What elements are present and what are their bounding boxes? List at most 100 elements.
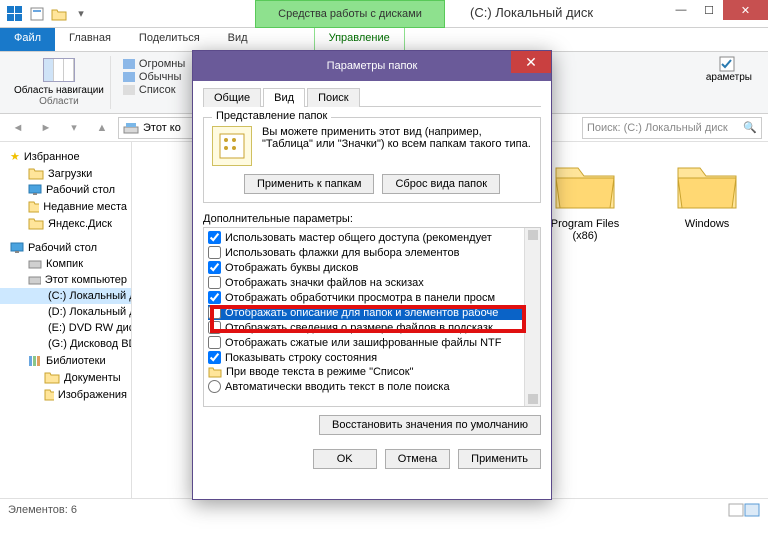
tree-desktop[interactable]: Рабочий стол <box>0 240 131 256</box>
option-label: Отображать сжатые или зашифрованные файл… <box>225 337 501 349</box>
option-checkbox[interactable] <box>208 306 221 319</box>
layout-huge[interactable]: Огромны <box>123 58 185 70</box>
dialog-titlebar[interactable]: Параметры папок ✕ <box>193 51 551 81</box>
window-title: (C:) Локальный диск <box>470 5 593 20</box>
layout-regular[interactable]: Обычны <box>123 71 185 83</box>
back-button[interactable]: ◄ <box>6 116 30 140</box>
tree-images[interactable]: Изображения <box>0 386 131 403</box>
advanced-option[interactable]: Отображать сжатые или зашифрованные файл… <box>208 335 522 350</box>
view-switcher[interactable] <box>728 503 760 517</box>
dialog-tab-view[interactable]: Вид <box>263 88 305 107</box>
folder-options-dialog: Параметры папок ✕ Общие Вид Поиск Предст… <box>192 50 552 500</box>
history-dropdown[interactable]: ▾ <box>62 116 86 140</box>
close-button[interactable]: ✕ <box>723 0 768 20</box>
advanced-option[interactable]: Показывать строку состояния <box>208 350 522 365</box>
tree-kompik[interactable]: Компик <box>0 256 131 272</box>
item-count: Элементов: 6 <box>8 504 77 516</box>
advanced-option[interactable]: Отображать сведения о размере файлов в п… <box>208 320 522 335</box>
folder-views-icon <box>212 126 252 166</box>
dialog-tab-search[interactable]: Поиск <box>307 88 359 107</box>
advanced-option[interactable]: Отображать описание для папок и элементо… <box>208 305 522 320</box>
folder-views-legend: Представление папок <box>212 110 331 122</box>
tree-drive-d[interactable]: (D:) Локальный диск <box>0 304 131 320</box>
advanced-option[interactable]: Автоматически вводить текст в поле поиск… <box>208 379 522 394</box>
qat-properties-icon[interactable] <box>28 5 46 23</box>
scrollbar[interactable] <box>524 228 540 406</box>
up-button[interactable]: ▲ <box>90 116 114 140</box>
ribbon-tabs: Файл Главная Поделиться Вид Управление <box>0 28 768 52</box>
option-checkbox[interactable] <box>208 336 221 349</box>
search-icon: 🔍 <box>743 121 757 134</box>
apply-button[interactable]: Применить <box>458 449 541 469</box>
advanced-option[interactable]: Отображать значки файлов на эскизах <box>208 275 522 290</box>
forward-button[interactable]: ► <box>34 116 58 140</box>
apply-to-folders-button[interactable]: Применить к папкам <box>244 174 375 194</box>
navigation-pane-button[interactable] <box>37 58 81 86</box>
cancel-button[interactable]: Отмена <box>385 449 450 469</box>
tree-libraries[interactable]: Библиотеки <box>0 352 131 369</box>
navigation-tree: ★Избранное Загрузки Рабочий стол Недавни… <box>0 142 132 498</box>
option-label: Отображать буквы дисков <box>225 262 358 274</box>
checkbox-icon <box>719 56 739 72</box>
advanced-option[interactable]: Использовать мастер общего доступа (реко… <box>208 230 522 245</box>
navigation-pane-label: Область навигации <box>14 86 104 96</box>
option-radio[interactable] <box>208 380 221 393</box>
option-checkbox[interactable] <box>208 351 221 364</box>
tree-drive-g[interactable]: (G:) Дисковод BD-ROM <box>0 336 131 352</box>
tree-recent[interactable]: Недавние места <box>0 198 131 215</box>
tab-view[interactable]: Вид <box>214 28 262 51</box>
tab-manage[interactable]: Управление <box>314 28 405 51</box>
tree-drive-e[interactable]: (E:) DVD RW дисковод <box>0 320 131 336</box>
option-checkbox[interactable] <box>208 246 221 259</box>
tree-documents[interactable]: Документы <box>0 369 131 386</box>
tree-favorites[interactable]: ★Избранное <box>0 148 131 165</box>
ok-button[interactable]: OK <box>313 449 377 469</box>
dialog-close-button[interactable]: ✕ <box>511 51 551 73</box>
folder-windows[interactable]: Windows <box>662 158 752 482</box>
option-checkbox[interactable] <box>208 291 221 304</box>
folder-program-files[interactable]: Program Files (x86) <box>540 158 630 482</box>
disk-tools-contextual-tab[interactable]: Средства работы с дисками <box>255 0 445 28</box>
tree-drive-c[interactable]: (C:) Локальный диск <box>0 288 131 304</box>
option-checkbox[interactable] <box>208 261 221 274</box>
option-label: Отображать обработчики просмотра в панел… <box>225 292 495 304</box>
ribbon-group-label: Области <box>39 96 79 107</box>
option-checkbox[interactable] <box>208 321 221 334</box>
advanced-settings-list[interactable]: Использовать мастер общего доступа (реко… <box>203 227 541 407</box>
tree-yandex[interactable]: Яндекс.Диск <box>0 215 131 232</box>
dialog-tab-general[interactable]: Общие <box>203 88 261 107</box>
advanced-option[interactable]: Отображать буквы дисков <box>208 260 522 275</box>
reset-folders-button[interactable]: Сброс вида папок <box>382 174 500 194</box>
qat-newfolder-icon[interactable] <box>50 5 68 23</box>
restore-defaults-button[interactable]: Восстановить значения по умолчанию <box>319 415 541 435</box>
maximize-button[interactable]: ☐ <box>695 0 723 20</box>
tree-downloads[interactable]: Загрузки <box>0 165 131 182</box>
ribbon-group-layout: Огромны Обычны Список <box>117 56 191 109</box>
tab-share[interactable]: Поделиться <box>125 28 214 51</box>
tree-thispc[interactable]: Этот компьютер <box>0 272 131 288</box>
search-field[interactable]: Поиск: (C:) Локальный диск 🔍 <box>582 117 762 139</box>
option-checkbox[interactable] <box>208 231 221 244</box>
tree-desktop-fav[interactable]: Рабочий стол <box>0 182 131 198</box>
option-label: При вводе текста в режиме "Список" <box>226 366 413 378</box>
tab-home[interactable]: Главная <box>55 28 125 51</box>
advanced-option[interactable]: При вводе текста в режиме "Список" <box>208 365 522 379</box>
layout-list[interactable]: Список <box>123 84 185 96</box>
option-label: Автоматически вводить текст в поле поиск… <box>225 381 450 393</box>
option-label: Отображать описание для папок и элементо… <box>225 307 498 319</box>
option-label: Использовать мастер общего доступа (реко… <box>225 232 492 244</box>
option-label: Отображать сведения о размере файлов в п… <box>225 322 493 334</box>
folder-icon <box>208 366 222 378</box>
ribbon-options[interactable]: араметры <box>706 56 760 109</box>
option-label: Отображать значки файлов на эскизах <box>225 277 424 289</box>
dialog-tabs: Общие Вид Поиск <box>203 87 541 107</box>
advanced-option[interactable]: Отображать обработчики просмотра в панел… <box>208 290 522 305</box>
advanced-option[interactable]: Использовать флажки для выбора элементов <box>208 245 522 260</box>
minimize-button[interactable]: — <box>667 0 695 20</box>
option-label: Показывать строку состояния <box>225 352 377 364</box>
option-checkbox[interactable] <box>208 276 221 289</box>
advanced-label: Дополнительные параметры: <box>203 213 541 225</box>
qat-dropdown-icon[interactable]: ▾ <box>72 5 90 23</box>
status-bar: Элементов: 6 <box>0 498 768 520</box>
tab-file[interactable]: Файл <box>0 28 55 51</box>
